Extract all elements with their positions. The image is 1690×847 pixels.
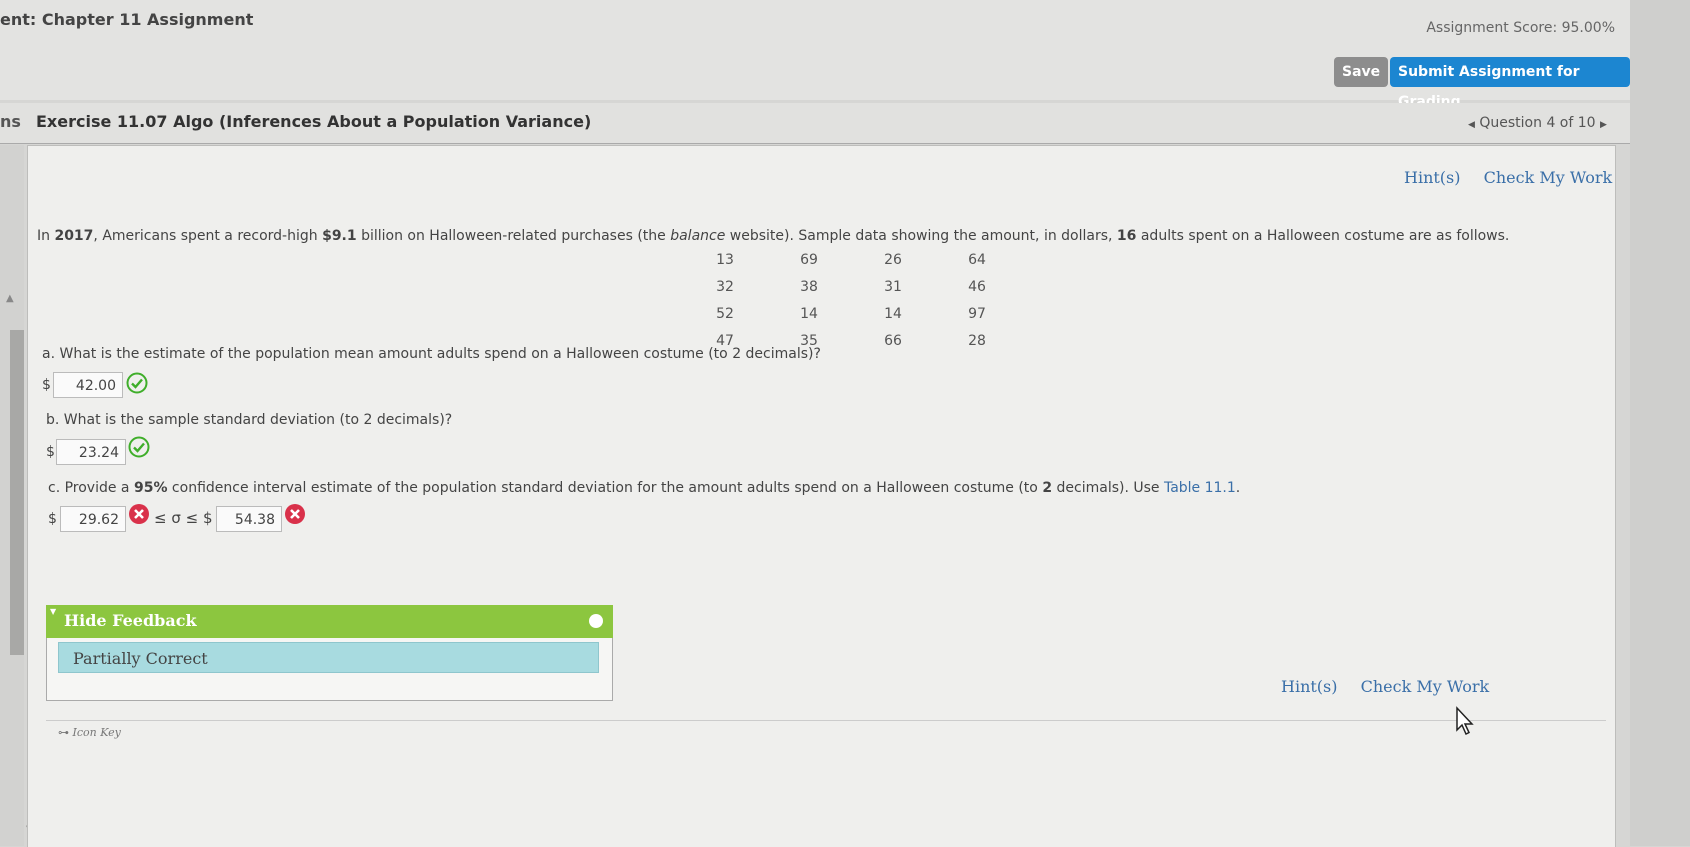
correct-check-icon	[128, 436, 150, 458]
question-a-text: a. What is the estimate of the populatio…	[42, 346, 821, 362]
currency-symbol: $	[46, 444, 55, 460]
exercise-bar: ns Exercise 11.07 Algo (Inferences About…	[0, 103, 1630, 144]
data-cell: 46	[968, 278, 986, 295]
question-panel: Hint(s) Check My Work In 2017, Americans…	[27, 145, 1616, 847]
data-cell: 14	[800, 305, 818, 322]
hint-links-top: Hint(s) Check My Work	[1404, 168, 1612, 187]
sample-data-table: 13 69 26 64 32 38 31 46 52 14 14 97 47 35 66 28	[683, 246, 1019, 354]
incorrect-x-icon	[285, 504, 305, 524]
answer-a-input[interactable]: 42.00	[53, 372, 123, 398]
data-cell: 38	[800, 278, 818, 295]
question-counter: Question 4 of 10	[1479, 115, 1596, 131]
assignment-title: ent: Chapter 11 Assignment	[0, 10, 254, 29]
data-cell: 14	[884, 305, 902, 322]
currency-symbol: $	[42, 377, 51, 393]
data-row: 13 69 26 64	[683, 246, 1019, 273]
scrollbar-thumb[interactable]	[10, 330, 24, 655]
table-11-1-link[interactable]: Table 11.1	[1164, 480, 1236, 496]
question-b-text: b. What is the sample standard deviation…	[46, 412, 453, 428]
right-panel-edge	[1630, 0, 1690, 846]
answer-c-upper-input[interactable]: 54.38	[216, 506, 282, 532]
exercise-title: Exercise 11.07 Algo (Inferences About a …	[36, 112, 592, 131]
data-cell: 31	[884, 278, 902, 295]
feedback-message: Partially Correct	[58, 642, 599, 673]
answer-b-input[interactable]: 23.24	[56, 439, 126, 465]
key-icon: ⊶	[58, 726, 69, 739]
feedback-header[interactable]: ▼ Hide Feedback	[46, 605, 613, 638]
left-scrollbar[interactable]: ▲	[0, 145, 24, 846]
hint-links-bottom: Hint(s) Check My Work	[1281, 677, 1489, 696]
mouse-cursor-icon	[1456, 706, 1474, 736]
save-button[interactable]: Save	[1334, 57, 1389, 87]
footer-divider	[46, 720, 1606, 721]
left-nav-label: ns	[0, 112, 21, 131]
currency-symbol: $	[48, 511, 57, 527]
data-row: 32 38 31 46	[683, 273, 1019, 300]
assignment-header: ent: Chapter 11 Assignment Assignment Sc…	[0, 0, 1630, 110]
data-cell: 64	[968, 251, 986, 268]
data-cell: 52	[716, 305, 734, 322]
answer-c-lower-input[interactable]: 29.62	[60, 506, 126, 532]
data-cell: 97	[968, 305, 986, 322]
collapse-caret-icon: ▼	[50, 607, 57, 616]
question-navigator[interactable]: ◀ Question 4 of 10 ▶	[1468, 115, 1607, 131]
data-cell: 32	[716, 278, 734, 295]
assignment-score: Assignment Score: 95.00%	[1426, 20, 1615, 36]
correct-check-icon	[126, 372, 148, 394]
hide-feedback-toggle[interactable]: Hide Feedback	[64, 611, 197, 630]
hints-link[interactable]: Hint(s)	[1281, 677, 1338, 696]
sigma-inequality-label: ≤ σ ≤ $	[154, 509, 213, 527]
data-cell: 66	[884, 332, 902, 349]
icon-key-link[interactable]: ⊶ Icon Key	[58, 726, 121, 739]
data-cell: 26	[884, 251, 902, 268]
data-cell: 28	[968, 332, 986, 349]
data-cell: 69	[800, 251, 818, 268]
problem-statement: In 2017, Americans spent a record-high $…	[37, 228, 1510, 244]
data-row: 52 14 14 97	[683, 300, 1019, 327]
check-my-work-link[interactable]: Check My Work	[1361, 677, 1490, 696]
question-c-text: c. Provide a 95% confidence interval est…	[48, 480, 1241, 496]
prev-question-icon[interactable]: ◀	[1468, 120, 1475, 130]
feedback-info-icon[interactable]	[589, 614, 603, 628]
data-cell: 13	[716, 251, 734, 268]
submit-assignment-button[interactable]: Submit Assignment for Grading	[1390, 57, 1630, 110]
incorrect-x-icon	[129, 504, 149, 524]
scroll-up-icon[interactable]: ▲	[6, 293, 14, 304]
next-question-icon[interactable]: ▶	[1600, 120, 1607, 130]
check-my-work-link[interactable]: Check My Work	[1484, 168, 1613, 187]
hints-link[interactable]: Hint(s)	[1404, 168, 1461, 187]
